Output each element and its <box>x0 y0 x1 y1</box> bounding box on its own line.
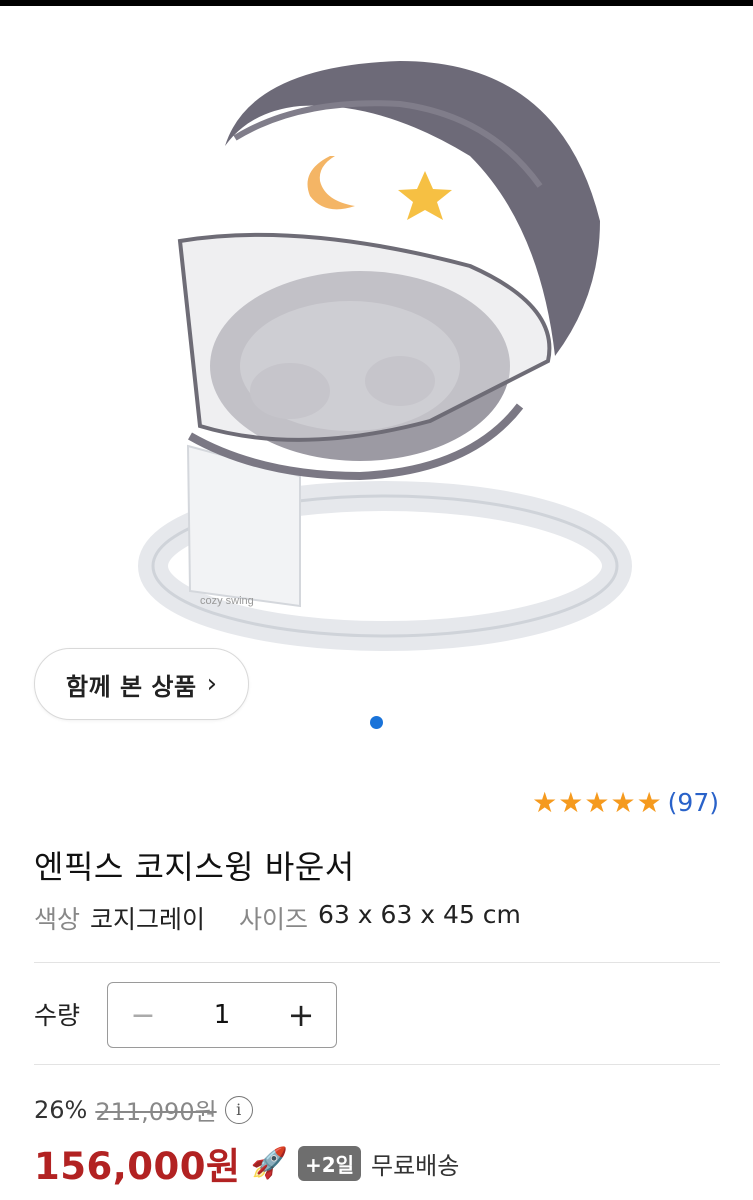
discount-row: 26% 211,090원 i <box>34 1092 253 1127</box>
star-icon: ★ <box>558 785 584 819</box>
star-icon: ★ <box>636 785 662 819</box>
size-option-value: 63 x 63 x 45 cm <box>318 900 521 929</box>
product-image[interactable]: cozy swing <box>0 6 753 706</box>
info-icon[interactable]: i <box>224 1095 253 1124</box>
product-title: 엔픽스 코지스윙 바운서 <box>34 848 355 886</box>
carousel-indicator-dot[interactable] <box>370 716 383 729</box>
star-icon: ★ <box>610 785 636 819</box>
delivery-eta-badge: +2일 <box>297 1145 362 1181</box>
original-price: 211,090원 <box>95 1098 217 1126</box>
review-count-link[interactable]: (97) <box>668 788 719 817</box>
discount-percent: 26% <box>34 1095 88 1124</box>
divider <box>34 1064 720 1065</box>
star-rating: ★ ★ ★ ★ ★ <box>532 785 662 819</box>
star-icon: ★ <box>532 785 558 819</box>
sale-price: 156,000원 <box>34 1145 241 1188</box>
color-option-value: 코지그레이 <box>90 905 206 934</box>
price-row: 156,000원 🚀 +2일 무료배송 <box>34 1136 459 1190</box>
color-option-key: 색상 <box>34 905 81 934</box>
divider <box>34 962 720 963</box>
rating-summary[interactable]: ★ ★ ★ ★ ★ (97) <box>532 788 719 817</box>
size-option-key: 사이즈 <box>239 905 309 934</box>
chevron-right-icon: › <box>206 669 218 699</box>
quantity-stepper: − 1 + <box>107 982 337 1048</box>
rocket-icon: 🚀 <box>250 1145 288 1181</box>
related-products-button[interactable]: 함께 본 상품 › <box>34 648 249 720</box>
quantity-label: 수량 <box>34 1001 81 1030</box>
increase-quantity-button[interactable]: + <box>266 996 336 1034</box>
quantity-value[interactable]: 1 <box>178 1000 266 1030</box>
free-shipping-label: 무료배송 <box>371 1151 460 1180</box>
product-options: 색상 코지그레이 사이즈 63 x 63 x 45 cm <box>34 900 521 936</box>
star-icon: ★ <box>584 785 610 819</box>
related-products-label: 함께 본 상품 <box>65 672 197 701</box>
decrease-quantity-button[interactable]: − <box>108 998 178 1033</box>
svg-text:cozy swing: cozy swing <box>200 595 254 607</box>
